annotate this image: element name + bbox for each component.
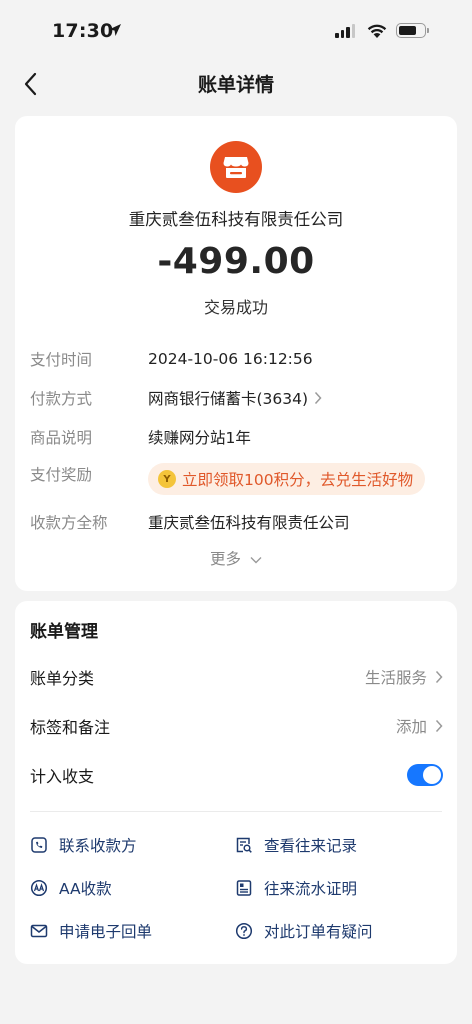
reward-pill[interactable]: Y 立即领取100积分，去兑生活好物 xyxy=(148,463,426,495)
transaction-status: 交易成功 xyxy=(203,298,268,317)
detail-row-pay-time: 支付时间 2024-10-06 16:12:56 xyxy=(30,344,445,374)
tags-value-wrap: 添加 xyxy=(396,715,443,737)
order-question-button[interactable]: 对此订单有疑问 xyxy=(235,918,373,944)
coin-icon: Y xyxy=(158,470,176,488)
wifi-icon xyxy=(367,24,387,38)
mail-icon xyxy=(30,922,48,940)
payment-method-value: 网商银行储蓄卡(3634) xyxy=(148,390,309,408)
section-title: 账单管理 xyxy=(30,622,98,642)
tags-notes-row[interactable]: 标签和备注 添加 xyxy=(30,709,443,743)
chevron-right-icon xyxy=(435,670,443,684)
phone-chat-icon xyxy=(30,836,48,854)
include-in-budget-row: 计入收支 xyxy=(30,758,443,792)
bill-management-card: 账单管理 账单分类 生活服务 标签和备注 添加 计入收支 联系收款方 查看往来记… xyxy=(15,601,457,964)
detail-row-reward: 支付奖励 Y 立即领取100积分，去兑生活好物 xyxy=(30,461,445,497)
category-label: 账单分类 xyxy=(30,669,95,688)
statement-proof-button[interactable]: 往来流水证明 xyxy=(235,875,357,901)
battery-cap xyxy=(427,28,429,33)
view-records-button[interactable]: 查看往来记录 xyxy=(235,832,357,858)
location-arrow-icon xyxy=(109,24,121,36)
detail-row-item-desc: 商品说明 续赚网分站1年 xyxy=(30,422,445,452)
detail-row-payment-method[interactable]: 付款方式 网商银行储蓄卡(3634) xyxy=(30,383,445,413)
detail-label: 支付时间 xyxy=(30,351,93,369)
action-label: 联系收款方 xyxy=(59,837,137,855)
detail-label: 收款方全称 xyxy=(30,514,108,532)
reward-text: 立即领取100积分，去兑生活好物 xyxy=(182,471,414,489)
more-label: 更多 xyxy=(210,550,242,568)
tags-label: 标签和备注 xyxy=(30,718,111,737)
cellular-signal-icon xyxy=(335,24,355,38)
detail-value: 续赚网分站1年 xyxy=(148,429,251,447)
tags-value: 添加 xyxy=(395,718,427,736)
detail-label: 商品说明 xyxy=(30,429,93,447)
page-title: 账单详情 xyxy=(197,74,274,96)
question-icon xyxy=(235,922,253,940)
contact-payee-button[interactable]: 联系收款方 xyxy=(30,832,137,858)
action-label: AA收款 xyxy=(59,880,112,898)
transaction-amount: -499.00 xyxy=(157,241,315,282)
chevron-right-icon xyxy=(314,391,322,405)
include-label: 计入收支 xyxy=(30,767,95,786)
merchant-name: 重庆贰叁伍科技有限责任公司 xyxy=(128,210,344,229)
action-label: 申请电子回单 xyxy=(59,923,153,941)
status-time: 17:30 xyxy=(52,20,114,42)
chevron-down-icon xyxy=(250,556,262,563)
action-label: 查看往来记录 xyxy=(264,837,358,855)
divider xyxy=(30,811,442,812)
merchant-logo xyxy=(210,141,262,193)
category-value: 生活服务 xyxy=(364,669,427,687)
detail-row-payee: 收款方全称 重庆贰叁伍科技有限责任公司 xyxy=(30,507,445,537)
chevron-right-icon xyxy=(435,719,443,733)
toggle-knob xyxy=(423,766,441,784)
records-search-icon xyxy=(235,836,253,854)
bill-category-row[interactable]: 账单分类 生活服务 xyxy=(30,660,443,694)
detail-value: 网商银行储蓄卡(3634) xyxy=(148,387,322,409)
e-receipt-button[interactable]: 申请电子回单 xyxy=(30,918,152,944)
statement-icon xyxy=(235,879,253,897)
include-toggle[interactable] xyxy=(407,764,443,786)
category-value-wrap: 生活服务 xyxy=(365,666,443,688)
more-button[interactable]: 更多 xyxy=(15,547,457,569)
detail-label: 支付奖励 xyxy=(30,466,93,484)
status-bar: 17:30 xyxy=(0,0,472,60)
storefront-icon xyxy=(223,157,249,178)
detail-value: 2024-10-06 16:12:56 xyxy=(148,350,313,368)
bill-summary-card: 重庆贰叁伍科技有限责任公司 -499.00 交易成功 支付时间 2024-10-… xyxy=(15,116,457,591)
battery-icon xyxy=(396,23,426,38)
nav-bar: 账单详情 xyxy=(0,60,472,106)
detail-label: 付款方式 xyxy=(30,390,93,408)
aa-collect-button[interactable]: AA收款 xyxy=(30,875,112,901)
action-label: 对此订单有疑问 xyxy=(264,923,373,941)
action-label: 往来流水证明 xyxy=(264,880,358,898)
aa-icon xyxy=(30,879,48,897)
detail-value: 重庆贰叁伍科技有限责任公司 xyxy=(148,514,350,532)
